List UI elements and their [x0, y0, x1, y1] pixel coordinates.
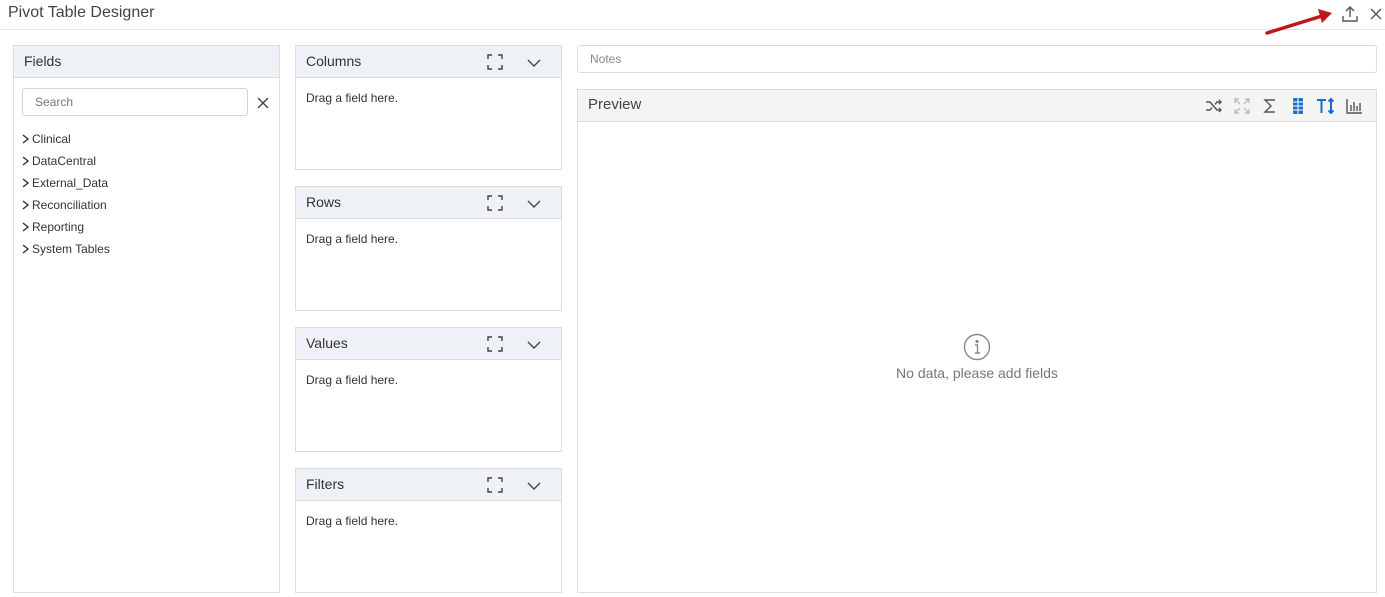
- filters-zone[interactable]: Filters Drag a field here.: [295, 468, 562, 593]
- fields-search-input[interactable]: [22, 88, 248, 116]
- tree-item-label: External_Data: [32, 176, 109, 190]
- chevron-right-icon: [22, 134, 30, 144]
- red-arrow-annotation: [1265, 9, 1332, 35]
- grid-icon[interactable]: [1288, 96, 1308, 116]
- columns-hint: Drag a field here.: [306, 91, 399, 105]
- columns-header: Columns: [296, 46, 561, 78]
- rows-title: Rows: [306, 194, 342, 210]
- columns-title: Columns: [306, 53, 362, 69]
- chevron-right-icon: [22, 178, 30, 188]
- rows-header: Rows: [296, 187, 561, 219]
- chevron-down-icon[interactable]: [526, 197, 542, 211]
- tree-item-external-data[interactable]: External_Data: [20, 172, 110, 194]
- filters-title: Filters: [306, 476, 345, 492]
- tree-item-label: Clinical: [32, 132, 71, 146]
- shuffle-icon[interactable]: [1204, 96, 1224, 116]
- filters-header: Filters: [296, 469, 561, 501]
- expand-icon[interactable]: [487, 336, 503, 352]
- bar-chart-icon[interactable]: [1344, 96, 1364, 116]
- rows-zone[interactable]: Rows Drag a field here.: [295, 186, 562, 311]
- window-title: Pivot Table Designer: [8, 4, 155, 21]
- close-icon[interactable]: [1366, 4, 1385, 24]
- chevron-right-icon: [22, 244, 30, 254]
- expand-icon[interactable]: [487, 54, 503, 70]
- chevron-right-icon: [22, 156, 30, 166]
- fields-title: Fields: [24, 53, 62, 69]
- chevron-right-icon: [22, 200, 30, 210]
- clear-search-icon[interactable]: [256, 96, 270, 110]
- columns-zone[interactable]: Columns Drag a field here.: [295, 45, 562, 170]
- values-hint: Drag a field here.: [306, 373, 399, 387]
- fields-panel: Fields Clinical DataCentral External_Dat…: [13, 45, 280, 593]
- expand-icon[interactable]: [487, 477, 503, 493]
- tree-item-reconciliation[interactable]: Reconciliation: [20, 194, 110, 216]
- values-zone[interactable]: Values Drag a field here.: [295, 327, 562, 452]
- tree-item-label: System Tables: [32, 242, 110, 256]
- title-bar: Pivot Table Designer: [0, 0, 1385, 35]
- empty-message: No data, please add fields: [896, 365, 1058, 381]
- values-header: Values: [296, 328, 561, 360]
- expand-icon[interactable]: [487, 195, 503, 211]
- preview-title: Preview: [588, 96, 642, 113]
- filters-hint: Drag a field here.: [306, 514, 399, 528]
- tree-item-clinical[interactable]: Clinical: [20, 128, 110, 150]
- field-tree: Clinical DataCentral External_Data Recon…: [20, 128, 110, 260]
- preview-panel: Preview No data, please add fields: [577, 89, 1377, 593]
- chevron-down-icon[interactable]: [526, 56, 542, 70]
- text-size-icon[interactable]: [1316, 96, 1336, 116]
- tree-item-system-tables[interactable]: System Tables: [20, 238, 110, 260]
- chevron-down-icon[interactable]: [526, 479, 542, 493]
- tree-item-datacentral[interactable]: DataCentral: [20, 150, 110, 172]
- tree-item-reporting[interactable]: Reporting: [20, 216, 110, 238]
- values-title: Values: [306, 335, 348, 351]
- chevron-right-icon: [22, 222, 30, 232]
- empty-state: No data, please add fields: [578, 333, 1376, 383]
- tree-item-label: Reporting: [32, 220, 85, 234]
- notes-input[interactable]: [577, 45, 1377, 73]
- chevron-down-icon[interactable]: [526, 338, 542, 352]
- tree-item-label: Reconciliation: [32, 198, 107, 212]
- info-icon: [963, 333, 991, 361]
- preview-toolbar: [1204, 96, 1364, 116]
- fields-header: Fields: [14, 46, 279, 78]
- tree-item-label: DataCentral: [32, 154, 97, 168]
- rows-hint: Drag a field here.: [306, 232, 399, 246]
- upload-icon[interactable]: [1340, 4, 1360, 24]
- fullscreen-icon[interactable]: [1232, 96, 1252, 116]
- sigma-icon[interactable]: [1260, 96, 1280, 116]
- preview-header: Preview: [578, 90, 1376, 122]
